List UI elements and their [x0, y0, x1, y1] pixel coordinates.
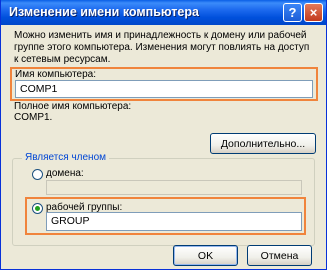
- domain-input[interactable]: [46, 180, 302, 195]
- computer-name-label: Имя компьютера:: [15, 69, 97, 80]
- full-name-label: Полное имя компьютера:: [14, 101, 132, 112]
- more-button[interactable]: Дополнительно...: [210, 133, 316, 154]
- radio-selected-dot: [35, 206, 40, 211]
- ok-button[interactable]: OK: [173, 245, 238, 266]
- domain-radio[interactable]: [32, 169, 43, 180]
- full-name-value: COMP1.: [14, 112, 53, 123]
- help-button[interactable]: ?: [283, 3, 302, 22]
- domain-label[interactable]: домена:: [46, 168, 84, 179]
- workgroup-input[interactable]: GROUP: [46, 212, 302, 231]
- title-bar[interactable]: Изменение имени компьютера ? ×: [1, 0, 326, 25]
- computer-name-dialog: Изменение имени компьютера ? × Можно изм…: [0, 0, 327, 270]
- cancel-button[interactable]: Отмена: [247, 245, 312, 266]
- close-icon: ×: [309, 5, 318, 20]
- window-title: Изменение имени компьютера: [9, 5, 199, 19]
- workgroup-radio[interactable]: [32, 203, 43, 214]
- computer-name-input[interactable]: COMP1: [15, 80, 313, 98]
- help-icon: ?: [288, 5, 297, 20]
- description-text: Можно изменить имя и принадлежность к до…: [14, 30, 310, 65]
- membership-legend: Является членом: [22, 152, 110, 163]
- close-button[interactable]: ×: [304, 3, 323, 22]
